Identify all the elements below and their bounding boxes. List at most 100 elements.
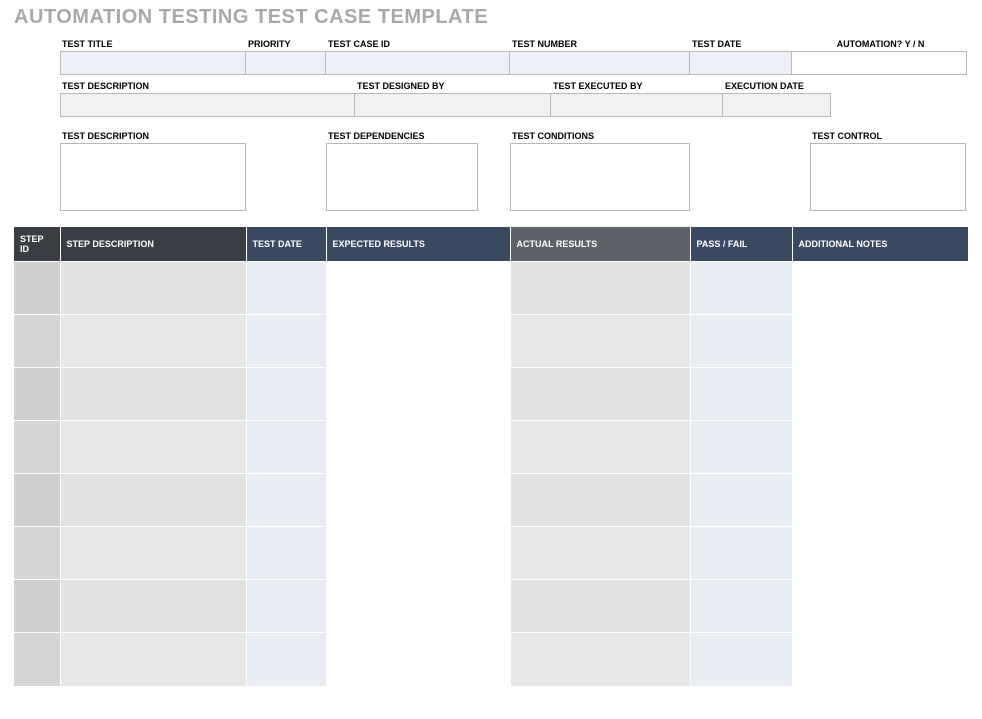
table-row <box>14 315 968 368</box>
test-date-field[interactable] <box>690 51 792 75</box>
priority-field[interactable] <box>246 51 326 75</box>
additional-notes-cell[interactable] <box>792 474 968 527</box>
test-control-box[interactable] <box>810 143 966 211</box>
actual-results-cell[interactable] <box>510 527 690 580</box>
priority-label: PRIORITY <box>246 39 326 49</box>
steps-table: STEP ID STEP DESCRIPTION TEST DATE EXPEC… <box>14 227 968 686</box>
col-pass-fail: PASS / FAIL <box>690 227 792 262</box>
step-description-cell[interactable] <box>60 262 246 315</box>
test-date-cell[interactable] <box>246 421 326 474</box>
textarea-row: TEST DESCRIPTION TEST DEPENDENCIES TEST … <box>60 131 968 211</box>
actual-results-cell[interactable] <box>510 421 690 474</box>
step-description-cell[interactable] <box>60 474 246 527</box>
test-title-label: TEST TITLE <box>60 39 246 49</box>
execution-date-field[interactable] <box>723 93 831 117</box>
table-row <box>14 633 968 686</box>
test-date-label: TEST DATE <box>690 39 792 49</box>
test-date-cell[interactable] <box>246 633 326 686</box>
test-designed-by-field[interactable] <box>355 93 551 117</box>
pass-fail-cell[interactable] <box>690 368 792 421</box>
test-description-box-label: TEST DESCRIPTION <box>60 131 246 141</box>
step-id-cell[interactable] <box>14 262 60 315</box>
test-date-cell[interactable] <box>246 580 326 633</box>
table-row <box>14 527 968 580</box>
step-id-cell[interactable] <box>14 315 60 368</box>
test-date-cell[interactable] <box>246 527 326 580</box>
step-id-cell[interactable] <box>14 368 60 421</box>
test-description-label: TEST DESCRIPTION <box>60 81 355 91</box>
step-description-cell[interactable] <box>60 633 246 686</box>
table-row <box>14 474 968 527</box>
expected-results-cell[interactable] <box>326 527 510 580</box>
pass-fail-cell[interactable] <box>690 474 792 527</box>
table-row <box>14 368 968 421</box>
step-id-cell[interactable] <box>14 474 60 527</box>
expected-results-cell[interactable] <box>326 368 510 421</box>
expected-results-cell[interactable] <box>326 315 510 368</box>
step-id-cell[interactable] <box>14 421 60 474</box>
step-id-cell[interactable] <box>14 580 60 633</box>
additional-notes-cell[interactable] <box>792 315 968 368</box>
test-title-field[interactable] <box>60 51 246 75</box>
test-number-field[interactable] <box>510 51 690 75</box>
header-row-2: TEST DESCRIPTION TEST DESIGNED BY TEST E… <box>60 81 968 117</box>
test-case-id-label: TEST CASE ID <box>326 39 510 49</box>
pass-fail-cell[interactable] <box>690 633 792 686</box>
test-dependencies-label: TEST DEPENDENCIES <box>326 131 478 141</box>
expected-results-cell[interactable] <box>326 262 510 315</box>
test-dependencies-box[interactable] <box>326 143 478 211</box>
col-additional-notes: ADDITIONAL NOTES <box>792 227 968 262</box>
test-description-field[interactable] <box>60 93 355 117</box>
additional-notes-cell[interactable] <box>792 262 968 315</box>
test-conditions-label: TEST CONDITIONS <box>510 131 690 141</box>
test-date-cell[interactable] <box>246 315 326 368</box>
additional-notes-cell[interactable] <box>792 421 968 474</box>
col-step-id: STEP ID <box>14 227 60 262</box>
actual-results-cell[interactable] <box>510 315 690 368</box>
test-date-cell[interactable] <box>246 262 326 315</box>
pass-fail-cell[interactable] <box>690 315 792 368</box>
step-description-cell[interactable] <box>60 580 246 633</box>
step-id-cell[interactable] <box>14 527 60 580</box>
additional-notes-cell[interactable] <box>792 527 968 580</box>
test-date-cell[interactable] <box>246 368 326 421</box>
table-row <box>14 262 968 315</box>
step-description-cell[interactable] <box>60 368 246 421</box>
automation-field[interactable] <box>792 51 967 75</box>
additional-notes-cell[interactable] <box>792 368 968 421</box>
step-description-cell[interactable] <box>60 421 246 474</box>
test-description-box[interactable] <box>60 143 246 211</box>
actual-results-cell[interactable] <box>510 633 690 686</box>
execution-date-label: EXECUTION DATE <box>723 81 831 91</box>
page-title: AUTOMATION TESTING TEST CASE TEMPLATE <box>14 6 968 29</box>
pass-fail-cell[interactable] <box>690 580 792 633</box>
additional-notes-cell[interactable] <box>792 580 968 633</box>
col-step-description: STEP DESCRIPTION <box>60 227 246 262</box>
expected-results-cell[interactable] <box>326 633 510 686</box>
col-actual-results: ACTUAL RESULTS <box>510 227 690 262</box>
actual-results-cell[interactable] <box>510 262 690 315</box>
test-conditions-box[interactable] <box>510 143 690 211</box>
test-date-cell[interactable] <box>246 474 326 527</box>
actual-results-cell[interactable] <box>510 368 690 421</box>
col-expected-results: EXPECTED RESULTS <box>326 227 510 262</box>
actual-results-cell[interactable] <box>510 580 690 633</box>
pass-fail-cell[interactable] <box>690 421 792 474</box>
test-designed-by-label: TEST DESIGNED BY <box>355 81 551 91</box>
additional-notes-cell[interactable] <box>792 633 968 686</box>
step-id-cell[interactable] <box>14 633 60 686</box>
test-case-id-field[interactable] <box>326 51 510 75</box>
step-description-cell[interactable] <box>60 315 246 368</box>
pass-fail-cell[interactable] <box>690 262 792 315</box>
expected-results-cell[interactable] <box>326 474 510 527</box>
table-row <box>14 421 968 474</box>
test-executed-by-label: TEST EXECUTED BY <box>551 81 723 91</box>
pass-fail-cell[interactable] <box>690 527 792 580</box>
col-test-date: TEST DATE <box>246 227 326 262</box>
actual-results-cell[interactable] <box>510 474 690 527</box>
step-description-cell[interactable] <box>60 527 246 580</box>
expected-results-cell[interactable] <box>326 421 510 474</box>
test-executed-by-field[interactable] <box>551 93 723 117</box>
automation-label: AUTOMATION? Y / N <box>792 39 967 49</box>
expected-results-cell[interactable] <box>326 580 510 633</box>
